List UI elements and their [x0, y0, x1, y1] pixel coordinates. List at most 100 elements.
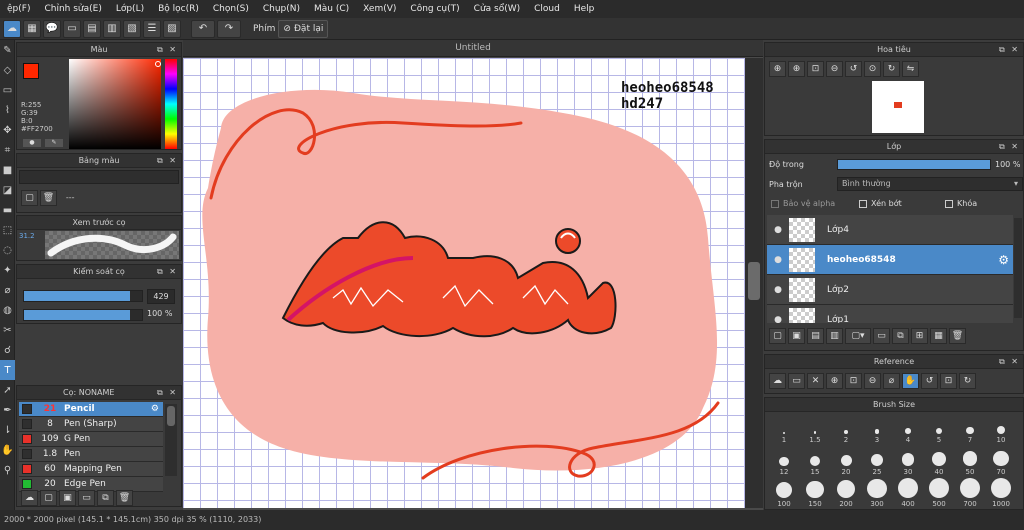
brush-list-scroll-thumb[interactable]: [167, 406, 175, 426]
eraser-tool-icon[interactable]: ◇: [0, 60, 15, 80]
pen-tool-icon[interactable]: ✎: [0, 40, 15, 60]
eyedropper-icon[interactable]: ⌀: [0, 280, 15, 300]
layer-row[interactable]: ● Lớp4: [767, 215, 1013, 245]
fit-icon[interactable]: ⊡: [845, 373, 862, 389]
new-palette-icon[interactable]: ▢: [21, 190, 38, 206]
zoom-tool-icon[interactable]: ⚲: [0, 460, 15, 480]
brush-size-cell[interactable]: 5: [924, 414, 954, 444]
brush-size-cell[interactable]: 50: [955, 446, 985, 476]
hand-icon[interactable]: ✋: [902, 373, 919, 389]
duplicate-brush-icon[interactable]: ▣: [59, 490, 76, 506]
blur-tool-icon[interactable]: ◍: [0, 300, 15, 320]
eye-icon[interactable]: ●: [767, 315, 789, 324]
panel-close-icon[interactable]: ⧉ ✕: [157, 43, 178, 57]
brush-size-cell[interactable]: 400: [893, 478, 923, 508]
eyedropper-icon[interactable]: ⌀: [883, 373, 900, 389]
gradient-tool-icon[interactable]: ▬: [0, 200, 15, 220]
cloud-brush-icon[interactable]: ☁: [21, 490, 38, 506]
menu-item-6[interactable]: Màu (C): [307, 4, 356, 14]
delete-brush-icon[interactable]: 🗑: [116, 490, 133, 506]
menu-item-2[interactable]: Lớp(L): [109, 4, 151, 14]
new-1bit-icon[interactable]: ▥: [826, 328, 843, 344]
bucket-tool-icon[interactable]: ◪: [0, 180, 15, 200]
brush-opacity-slider[interactable]: [23, 309, 143, 321]
brush-size-cell[interactable]: 1000: [986, 478, 1016, 508]
add-brush-icon[interactable]: ▢: [40, 490, 57, 506]
saturation-value-picker[interactable]: [69, 59, 161, 149]
delete-layer-icon[interactable]: 🗑: [949, 328, 966, 344]
brush-list-item[interactable]: 21 Pencil ⚙: [19, 402, 163, 417]
panel-close-icon[interactable]: ⧉ ✕: [999, 140, 1020, 154]
close-reference-icon[interactable]: ✕: [807, 373, 824, 389]
navigator-thumbnail[interactable]: [872, 81, 924, 133]
gear-icon[interactable]: ⚙: [151, 404, 159, 414]
brush-size-cell[interactable]: 3: [862, 414, 892, 444]
brush-list-item[interactable]: 60 Mapping Pen: [19, 462, 163, 477]
rotate-left-icon[interactable]: ↺: [845, 61, 862, 77]
layer-row[interactable]: ● Lớp1: [767, 305, 1013, 323]
copy-brush-icon[interactable]: ⧉: [97, 490, 114, 506]
dropper-icon[interactable]: ⇂: [0, 420, 15, 440]
alpha-protect-checkbox[interactable]: Bảo vệ alpha: [771, 199, 835, 208]
brush-list-item[interactable]: 8 Pen (Sharp): [19, 417, 163, 432]
pen-nib-icon[interactable]: ✒: [0, 400, 15, 420]
panel-close-icon[interactable]: ⧉ ✕: [157, 154, 178, 168]
rotate-right-icon[interactable]: ↻: [883, 61, 900, 77]
layer-scrollbar[interactable]: [1014, 218, 1022, 318]
new-8bit-icon[interactable]: ▤: [807, 328, 824, 344]
menu-item-11[interactable]: Help: [567, 4, 602, 14]
fill-rect-icon[interactable]: ■: [0, 160, 15, 180]
magic-wand-icon[interactable]: ✦: [0, 260, 15, 280]
eye-icon[interactable]: ●: [767, 255, 789, 265]
brush-size-cell[interactable]: 30: [893, 446, 923, 476]
fit-screen-icon[interactable]: ⊡: [940, 373, 957, 389]
select-all-icon[interactable]: ▦: [23, 19, 41, 38]
clipping-checkbox[interactable]: Xén bớt: [859, 199, 902, 208]
smudge-tool-icon[interactable]: ☌: [0, 340, 15, 360]
undo-icon[interactable]: ↶: [191, 19, 215, 38]
pointer-tool-icon[interactable]: ➚: [0, 380, 15, 400]
brush-size-cell[interactable]: 100: [769, 478, 799, 508]
reset-button[interactable]: ⊘ Đặt lại: [278, 19, 329, 38]
panel-close-icon[interactable]: ⧉ ✕: [157, 265, 178, 279]
palette-dropdown[interactable]: [19, 170, 179, 184]
rotate-right-icon[interactable]: ↻: [959, 373, 976, 389]
gear-icon[interactable]: ⚙: [998, 253, 1009, 267]
layer-row[interactable]: ● Lớp2: [767, 275, 1013, 305]
brush-size-cell[interactable]: 200: [831, 478, 861, 508]
frame-icon[interactable]: ▨: [163, 19, 181, 38]
list-icon[interactable]: ☰: [143, 19, 161, 38]
brush-tool-icon[interactable]: ⌇: [0, 100, 15, 120]
open-folder-icon[interactable]: ▭: [788, 373, 805, 389]
brush-size-cell[interactable]: 12: [769, 446, 799, 476]
zoom-in-icon[interactable]: ⊕: [826, 373, 843, 389]
cloud-upload-icon[interactable]: ☁: [769, 373, 786, 389]
clear-layer-icon[interactable]: ▦: [930, 328, 947, 344]
brush-size-cell[interactable]: 25: [862, 446, 892, 476]
redo-icon[interactable]: ↷: [217, 19, 241, 38]
layer-opacity-slider[interactable]: [837, 159, 991, 170]
color-swap-button[interactable]: ✎: [45, 139, 63, 147]
comment-icon[interactable]: 💬: [43, 19, 61, 38]
crop-tool-icon[interactable]: ⌗: [0, 140, 15, 160]
brush-size-cell[interactable]: 500: [924, 478, 954, 508]
hue-slider[interactable]: [165, 59, 177, 149]
brush-size-cell[interactable]: 4: [893, 414, 923, 444]
zoom-out-icon[interactable]: ⊖: [826, 61, 843, 77]
eye-icon[interactable]: ●: [767, 285, 789, 295]
cut-tool-icon[interactable]: ✂: [0, 320, 15, 340]
layer-folder-icon[interactable]: ▭: [873, 328, 890, 344]
flip-icon[interactable]: ⇋: [902, 61, 919, 77]
zoom-in-icon[interactable]: ⊕: [769, 61, 786, 77]
rect-select-icon[interactable]: ▭: [0, 80, 15, 100]
brush-size-cell[interactable]: 10: [986, 414, 1016, 444]
brush-size-cell[interactable]: 40: [924, 446, 954, 476]
menu-item-8[interactable]: Công cụ(T): [403, 4, 466, 14]
duplicate-layer-icon[interactable]: ⧉: [892, 328, 909, 344]
panel-close-icon[interactable]: ⧉ ✕: [999, 355, 1020, 369]
menu-item-5[interactable]: Chụp(N): [256, 4, 307, 14]
brush-size-cell[interactable]: 7: [955, 414, 985, 444]
eye-icon[interactable]: ●: [767, 225, 789, 235]
add-layer-dropdown-icon[interactable]: ▢▾: [845, 328, 871, 344]
menu-item-9[interactable]: Cửa sổ(W): [467, 4, 527, 14]
